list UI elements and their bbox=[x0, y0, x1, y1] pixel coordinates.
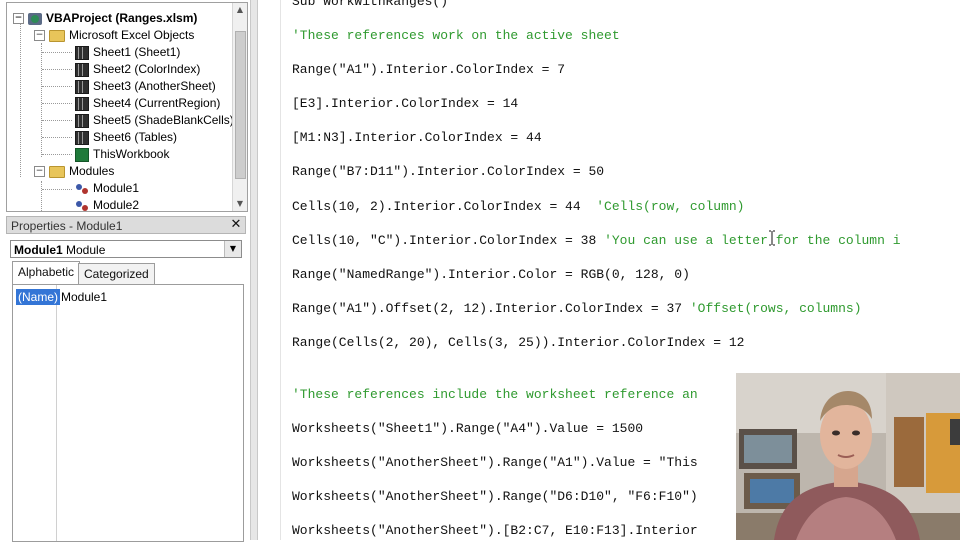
sheet-label: Sheet1 (Sheet1) bbox=[93, 45, 181, 59]
folder-icon bbox=[49, 165, 65, 178]
scrollbar-thumb[interactable] bbox=[235, 31, 246, 179]
folder-icon bbox=[49, 29, 65, 42]
tree-item-sheet[interactable]: Sheet3 (AnotherSheet) bbox=[75, 78, 216, 95]
workbook-label: ThisWorkbook bbox=[93, 147, 170, 161]
presenter-video-image bbox=[736, 373, 960, 540]
tree-connector bbox=[42, 137, 72, 138]
code-line: Range("A1").Offset(2, 12).Interior.Color… bbox=[292, 301, 862, 316]
code-line: [M1:N3].Interior.ColorIndex = 44 bbox=[292, 130, 542, 145]
sheet-label: Sheet6 (Tables) bbox=[93, 130, 178, 144]
workbook-icon bbox=[75, 147, 89, 162]
module-label: Module1 bbox=[93, 181, 140, 195]
code-line: Range(Cells(2, 20), Cells(3, 25)).Interi… bbox=[292, 335, 745, 350]
tree-item-module[interactable]: Module1 bbox=[75, 180, 139, 197]
sheet-label: Sheet3 (AnotherSheet) bbox=[93, 79, 216, 93]
tree-item-workbook[interactable]: ThisWorkbook bbox=[75, 146, 169, 163]
tree-connector bbox=[42, 69, 72, 70]
pane-splitter[interactable] bbox=[250, 0, 258, 540]
code-line: Range("NamedRange").Interior.Color = RGB… bbox=[292, 267, 690, 282]
code-line: [E3].Interior.ColorIndex = 14 bbox=[292, 96, 519, 111]
excel-objects-label: Microsoft Excel Objects bbox=[69, 28, 195, 42]
tree-connector bbox=[42, 52, 72, 53]
code-line: Worksheets("AnotherSheet").[B2:C7, E10:F… bbox=[292, 523, 698, 538]
tab-alphabetic[interactable]: Alphabetic bbox=[12, 261, 81, 285]
code-line: Worksheets("AnotherSheet").Range("D6:D10… bbox=[292, 489, 698, 504]
properties-title: Properties - Module1 bbox=[11, 219, 123, 233]
worksheet-icon bbox=[75, 130, 89, 145]
webcam-overlay bbox=[736, 373, 960, 540]
tree-connector bbox=[20, 17, 21, 177]
tab-categorized[interactable]: Categorized bbox=[78, 263, 155, 285]
tree-connector bbox=[42, 120, 72, 121]
vba-project-icon bbox=[28, 12, 42, 25]
sheet-label: Sheet2 (ColorIndex) bbox=[93, 62, 201, 76]
tree-item-sheet[interactable]: Sheet2 (ColorIndex) bbox=[75, 61, 200, 78]
code-line: Range("A1").Interior.ColorIndex = 7 bbox=[292, 62, 566, 77]
code-line: 'These references include the worksheet … bbox=[292, 387, 698, 402]
left-panel: − VBAProject (Ranges.xlsm) − Microsoft Exc… bbox=[0, 0, 250, 542]
collapse-icon[interactable]: − bbox=[34, 166, 45, 178]
modules-label: Modules bbox=[69, 164, 115, 178]
text-cursor-icon bbox=[769, 230, 775, 246]
tree-item-sheet[interactable]: Sheet6 (Tables) bbox=[75, 129, 177, 146]
tree-scrollbar[interactable]: ▲ ▼ bbox=[232, 3, 247, 211]
collapse-icon[interactable]: − bbox=[13, 13, 24, 25]
properties-grid: (Name) Module1 bbox=[12, 284, 244, 542]
property-row[interactable]: (Name) Module1 bbox=[15, 289, 241, 305]
module-label: Module2 bbox=[93, 198, 140, 212]
property-name: (Name) bbox=[16, 289, 61, 305]
module-icon bbox=[75, 200, 89, 211]
tree-connector bbox=[42, 154, 72, 155]
tree-item-sheet[interactable]: Sheet1 (Sheet1) bbox=[75, 44, 180, 61]
tree-item-excel-objects[interactable]: − Microsoft Excel Objects bbox=[34, 27, 194, 44]
chevron-down-icon[interactable]: ▼ bbox=[224, 241, 241, 257]
tree-item-module[interactable]: Module2 bbox=[75, 197, 140, 212]
worksheet-icon bbox=[75, 79, 89, 94]
tree-item-project[interactable]: − VBAProject (Ranges.xlsm) bbox=[13, 10, 197, 27]
properties-title-bar: Properties - Module1 ✕ bbox=[6, 216, 246, 234]
code-line: Worksheets("AnotherSheet").Range("A1").V… bbox=[292, 455, 698, 470]
collapse-icon[interactable]: − bbox=[34, 30, 45, 42]
tree-connector bbox=[41, 181, 42, 211]
tree-item-sheet[interactable]: Sheet5 (ShadeBlankCells) bbox=[75, 112, 234, 129]
tree-connector bbox=[42, 103, 72, 104]
worksheet-icon bbox=[75, 96, 89, 111]
worksheet-icon bbox=[75, 62, 89, 77]
code-line: Worksheets("Sheet1").Range("A4").Value =… bbox=[292, 421, 644, 436]
tree-connector bbox=[42, 86, 72, 87]
tree-item-modules[interactable]: − Modules bbox=[34, 163, 114, 180]
column-divider bbox=[56, 285, 57, 541]
sheet-label: Sheet5 (ShadeBlankCells) bbox=[93, 113, 234, 127]
code-line: Range("B7:D11").Interior.ColorIndex = 50 bbox=[292, 164, 605, 179]
module-icon bbox=[75, 183, 89, 195]
project-explorer-tree[interactable]: − VBAProject (Ranges.xlsm) − Microsoft Exc… bbox=[6, 2, 248, 212]
tree-connector bbox=[42, 189, 72, 190]
object-name: Module1 bbox=[14, 243, 63, 257]
editor-margin bbox=[258, 0, 281, 540]
code-line: 'These references work on the active she… bbox=[292, 28, 620, 43]
code-line: Cells(10, "C").Interior.ColorIndex = 38 … bbox=[292, 233, 901, 248]
tree-connector bbox=[41, 43, 42, 157]
tree-item-sheet[interactable]: Sheet4 (CurrentRegion) bbox=[75, 95, 220, 112]
sheet-label: Sheet4 (CurrentRegion) bbox=[93, 96, 221, 110]
code-line: Sub WorkWithRanges() bbox=[292, 0, 449, 9]
property-value[interactable]: Module1 bbox=[61, 289, 107, 305]
project-label: VBAProject (Ranges.xlsm) bbox=[46, 11, 198, 25]
worksheet-icon bbox=[75, 45, 89, 60]
worksheet-icon bbox=[75, 113, 89, 128]
code-line: Cells(10, 2).Interior.ColorIndex = 44 'C… bbox=[292, 199, 745, 214]
scroll-down-icon[interactable]: ▼ bbox=[233, 197, 247, 211]
object-type: Module bbox=[66, 243, 106, 257]
close-icon[interactable]: ✕ bbox=[229, 218, 243, 232]
object-selector-dropdown[interactable]: Module1 Module ▼ bbox=[10, 240, 242, 258]
scroll-up-icon[interactable]: ▲ bbox=[233, 3, 247, 17]
